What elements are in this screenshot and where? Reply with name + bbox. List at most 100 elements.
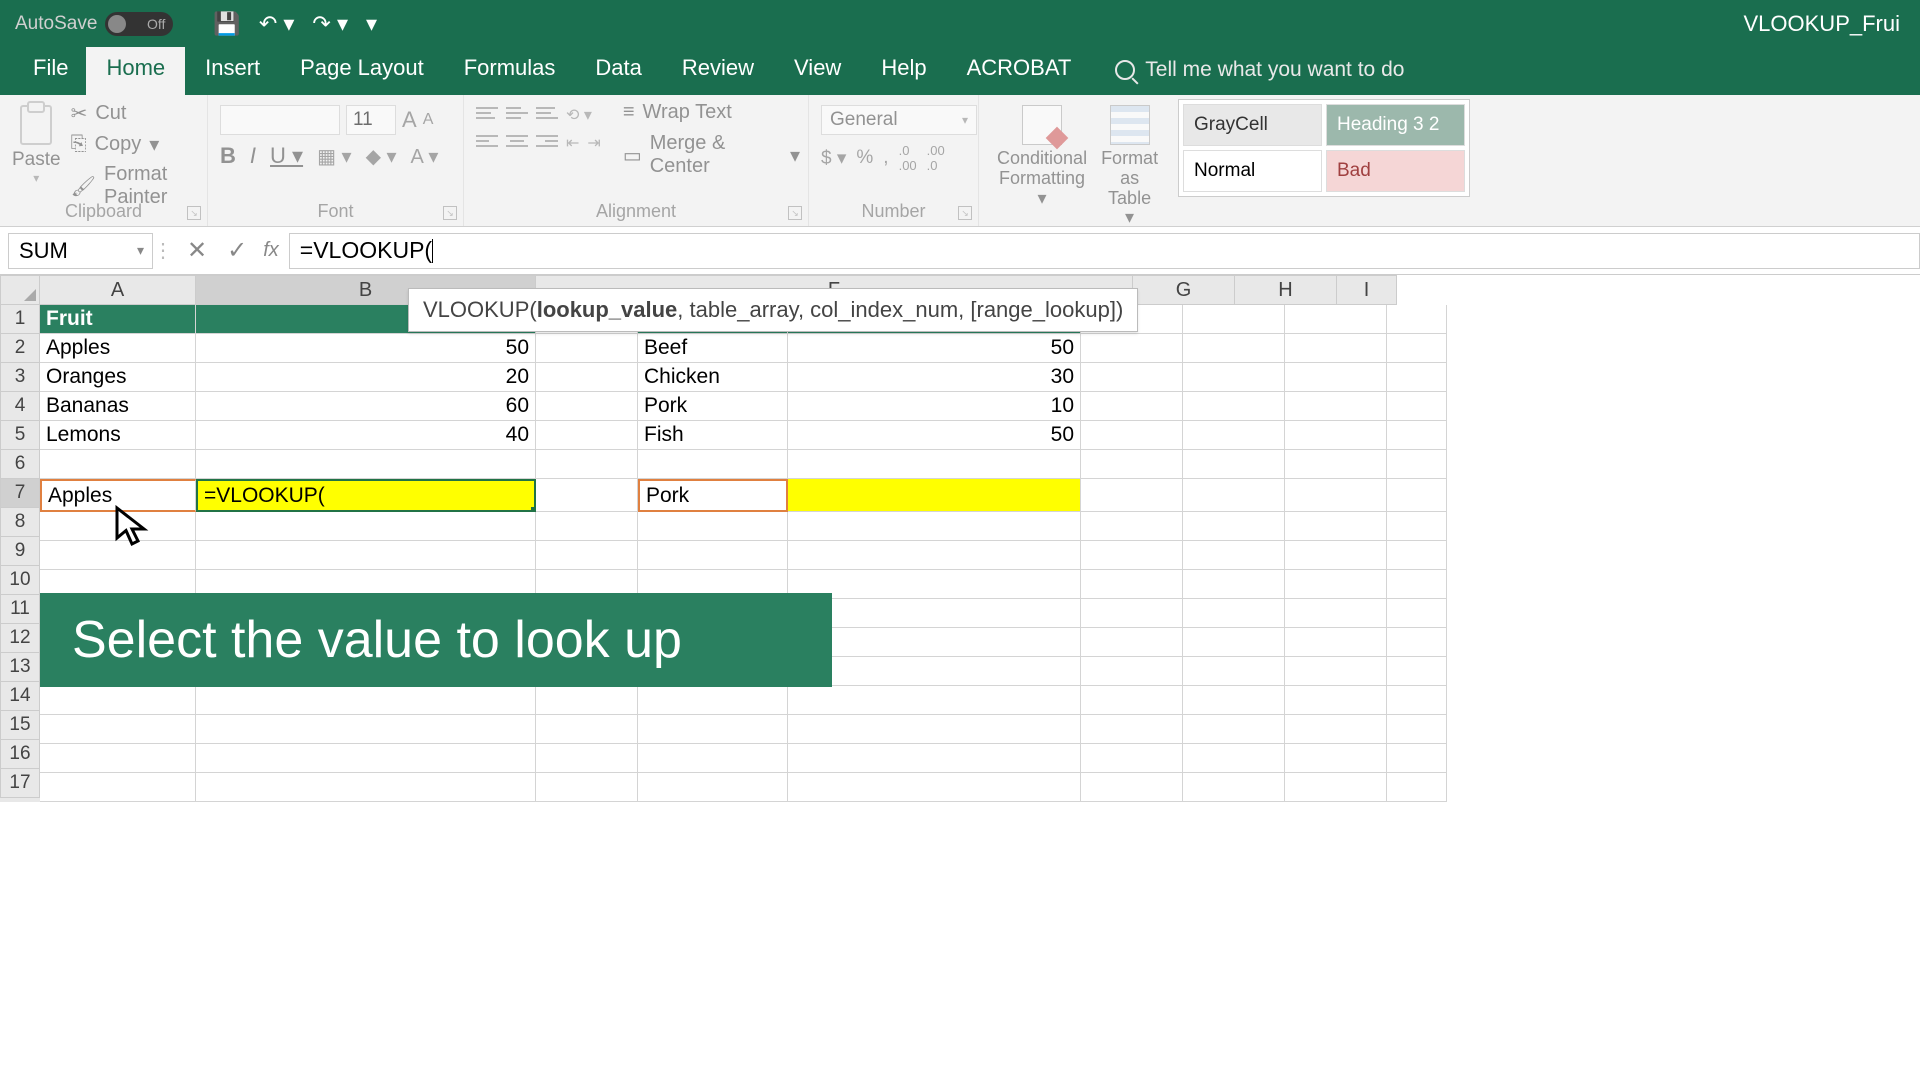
cell[interactable] [1285,512,1387,541]
tab-file[interactable]: File [15,43,86,95]
cell[interactable] [1081,773,1183,802]
cell[interactable] [536,450,638,479]
fx-icon[interactable]: fx [263,239,279,262]
undo-icon[interactable]: ↶ ▾ [259,11,295,37]
cell[interactable] [1387,773,1447,802]
cell-a5[interactable]: Lemons [40,421,196,450]
cell[interactable] [536,334,638,363]
tab-home[interactable]: Home [86,43,185,95]
style-graycell[interactable]: GrayCell [1183,104,1322,146]
cell[interactable] [1081,450,1183,479]
cell[interactable] [1081,744,1183,773]
row-header[interactable]: 4 [0,392,40,421]
cell[interactable] [1183,628,1285,657]
cell[interactable] [1285,628,1387,657]
name-box[interactable]: SUM [8,233,153,269]
cell[interactable] [1285,479,1387,512]
cell-a3[interactable]: Oranges [40,363,196,392]
cell[interactable] [1387,450,1447,479]
font-size-combo[interactable]: 11 [346,105,396,135]
cell[interactable] [536,773,638,802]
col-header[interactable]: H [1235,275,1337,305]
cell[interactable] [1387,744,1447,773]
cell[interactable] [1285,744,1387,773]
cell[interactable] [1081,512,1183,541]
cell[interactable] [1285,541,1387,570]
row-header[interactable]: 17 [0,769,40,798]
cell[interactable] [1285,421,1387,450]
cell[interactable] [1285,657,1387,686]
col-header[interactable]: I [1337,275,1397,305]
cell[interactable] [638,512,788,541]
tell-me-search[interactable]: Tell me what you want to do [1115,58,1404,95]
cell[interactable] [1081,541,1183,570]
cell[interactable] [788,773,1081,802]
tab-view[interactable]: View [774,43,861,95]
cell[interactable] [788,686,1081,715]
cell[interactable] [1183,363,1285,392]
cell-e7[interactable] [788,479,1081,512]
cell-b7[interactable]: =VLOOKUP( [196,479,536,512]
cell[interactable] [1387,512,1447,541]
cell[interactable] [536,715,638,744]
cell[interactable] [40,744,196,773]
cell[interactable] [40,450,196,479]
cell[interactable] [1285,450,1387,479]
row-header[interactable]: 11 [0,595,40,624]
col-header[interactable]: A [40,275,196,305]
dialog-launcher-icon[interactable]: ↘ [187,206,201,220]
italic-button[interactable]: I [250,143,256,169]
cell[interactable] [638,773,788,802]
cell[interactable] [196,773,536,802]
cell[interactable] [1183,479,1285,512]
cell[interactable] [788,715,1081,744]
cell[interactable] [1183,744,1285,773]
autosave-state[interactable]: Off [105,12,173,36]
tab-data[interactable]: Data [575,43,661,95]
cell[interactable] [1081,334,1183,363]
align-top-icon[interactable] [476,107,498,123]
cell[interactable] [788,541,1081,570]
cell[interactable] [1285,599,1387,628]
cell[interactable] [196,450,536,479]
cell[interactable] [1387,363,1447,392]
qat-customize-icon[interactable]: ▾ [366,11,377,37]
cell[interactable] [196,715,536,744]
tab-page-layout[interactable]: Page Layout [280,43,444,95]
cell[interactable] [40,686,196,715]
percent-icon[interactable]: % [856,147,873,169]
cell[interactable] [638,686,788,715]
indent-increase-icon[interactable]: ⇥ [587,133,600,153]
cell-d2[interactable]: Beef [638,334,788,363]
cell-d5[interactable]: Fish [638,421,788,450]
cell[interactable] [1387,421,1447,450]
cell-d7[interactable]: Pork [638,479,788,512]
dialog-launcher-icon[interactable]: ↘ [788,206,802,220]
tab-formulas[interactable]: Formulas [444,43,576,95]
cell-d3[interactable]: Chicken [638,363,788,392]
font-color-icon[interactable]: A ▾ [411,144,439,169]
col-header[interactable]: G [1133,275,1235,305]
cell[interactable] [40,773,196,802]
accounting-icon[interactable]: $ ▾ [821,147,846,170]
decrease-decimal-icon[interactable]: .00.0 [927,143,945,173]
cell[interactable] [1081,628,1183,657]
row-header[interactable]: 1 [0,305,40,334]
cell[interactable] [1285,570,1387,599]
cell[interactable] [536,421,638,450]
paste-button[interactable]: Paste ▾ [8,101,65,209]
cell[interactable] [40,715,196,744]
indent-decrease-icon[interactable]: ⇤ [566,133,579,153]
row-header[interactable]: 2 [0,334,40,363]
cell[interactable] [638,450,788,479]
cell[interactable] [1183,392,1285,421]
cell[interactable] [1183,773,1285,802]
conditional-formatting-button[interactable]: Conditional Formatting ▾ [997,105,1087,228]
cell[interactable] [788,450,1081,479]
row-header[interactable]: 5 [0,421,40,450]
fill-color-icon[interactable]: ◆ ▾ [366,144,397,169]
cell[interactable] [1285,715,1387,744]
row-header[interactable]: 7 [0,479,40,508]
row-header[interactable]: 14 [0,682,40,711]
align-middle-icon[interactable] [506,107,528,123]
